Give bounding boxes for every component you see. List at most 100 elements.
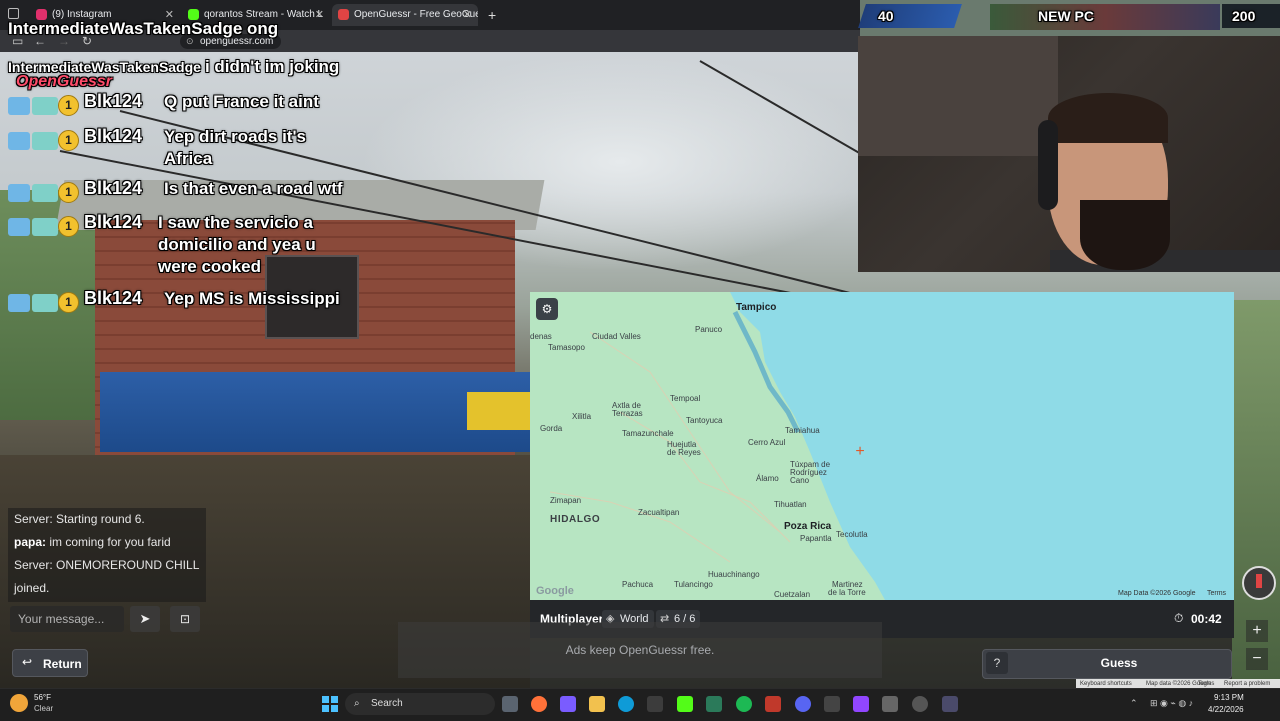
chat-line: joined.	[14, 581, 50, 595]
map-terms-link[interactable]: Terms	[1207, 590, 1226, 597]
coin-badge: 1	[58, 182, 79, 203]
settings-icon[interactable]	[882, 696, 898, 712]
land-shape	[530, 292, 885, 600]
map-label: Tantoyuca	[686, 416, 723, 425]
chat-reactions-icon[interactable]: ⊡	[170, 606, 200, 632]
close-tab-icon[interactable]: ✕	[315, 4, 324, 26]
map-label: Zacualtipan	[638, 508, 680, 517]
weather-condition: Clear	[34, 704, 54, 713]
zoom-in-button[interactable]: +	[1246, 620, 1268, 642]
chat-text: Q put France it aint	[164, 92, 319, 111]
stream-overlay-title: IntermediateWasTakenSadge ong	[8, 19, 279, 38]
tab-openguessr[interactable]: OpenGuessr - Free GeoGue ✕	[332, 4, 478, 26]
search-label: Search	[371, 698, 403, 709]
chat-line: Server: ONEMOREROUND CHILL	[14, 558, 200, 572]
windows-taskbar	[0, 688, 1280, 721]
shop-sign	[467, 392, 531, 430]
map-label: Ciudad Valles	[592, 332, 641, 341]
chat-line: papa: im coming for you farid	[14, 535, 171, 549]
task-view-icon[interactable]	[502, 696, 518, 712]
stream-chat-message: 1 Blk124 I saw the servicio a domicilio …	[8, 212, 378, 282]
webcam-hair	[1048, 93, 1168, 143]
map-label: Tempoal	[670, 394, 701, 403]
sub-badge-icon	[32, 184, 58, 202]
hammer-badge-icon	[8, 218, 30, 236]
clock-date[interactable]: 4/22/2026	[1208, 705, 1244, 714]
app-icon[interactable]	[853, 696, 869, 712]
goal-target-value: 200	[1232, 8, 1256, 24]
search-icon: ⌕	[354, 698, 360, 709]
app-icon[interactable]	[942, 696, 958, 712]
file-explorer-icon[interactable]	[589, 696, 605, 712]
openguessr-icon	[338, 9, 349, 20]
stream-chat-message: 1 Blk124 Q put France it aint	[8, 91, 368, 117]
chat-badges	[8, 184, 58, 202]
guess-button[interactable]: Guess	[1012, 652, 1226, 674]
tray-icons[interactable]: ⊞ ◉ ⌁ ◍ ♪	[1150, 698, 1193, 709]
game-chat-log: Server: Starting round 6. papa: im comin…	[8, 508, 206, 602]
map-label: de Reyes	[667, 448, 701, 457]
edge-icon[interactable]	[618, 696, 634, 712]
map-label: Tamasopo	[548, 343, 585, 352]
app-icon[interactable]	[824, 696, 840, 712]
copilot-icon[interactable]	[560, 696, 576, 712]
stream-chat-message: 1 Blk124 Yep MS is Mississippi	[8, 288, 378, 314]
zoom-out-button[interactable]: −	[1246, 648, 1268, 670]
app-icon[interactable]	[706, 696, 722, 712]
stream-chat-message: 1 Blk124 Yep dirt roads it's Africa	[8, 126, 368, 172]
map-label: denas	[530, 332, 552, 341]
chat-username: Blk124	[84, 288, 143, 308]
map-label: Panuco	[695, 325, 723, 334]
map-label: Tecolutla	[836, 530, 868, 539]
sliders-icon[interactable]: ⚙	[536, 298, 558, 320]
firefox-icon[interactable]	[531, 696, 547, 712]
chat-text: im coming for you farid	[46, 535, 171, 549]
map-label: Tampico	[736, 302, 777, 313]
chat-text: Is that even a road wtf	[164, 179, 343, 198]
clock-time[interactable]: 9:13 PM	[1214, 693, 1244, 702]
hammer-badge-icon	[8, 132, 30, 150]
chat-badges	[8, 97, 58, 115]
kick-app-icon[interactable]	[677, 696, 693, 712]
store-icon[interactable]	[647, 696, 663, 712]
tray-chevron-icon[interactable]: ⌃	[1130, 698, 1138, 709]
map-label: Tamiahua	[785, 426, 820, 435]
reply-message: i didn't im joking	[204, 57, 340, 76]
send-icon[interactable]: ➤	[130, 606, 160, 632]
close-tab-icon[interactable]: ✕	[463, 4, 472, 26]
map-attribution[interactable]: Map Data ©2026 Google	[1118, 590, 1196, 597]
chat-username: Blk124	[84, 91, 143, 111]
chat-badges	[8, 132, 58, 150]
map-label: Cuetzalan	[774, 590, 811, 599]
openguessr-logo: OpenGuessr	[16, 73, 113, 90]
windows-start-icon[interactable]	[322, 696, 338, 712]
goal-counter-bg	[858, 4, 962, 28]
round-timer: 00:42	[1191, 612, 1222, 626]
goal-counter-value: 40	[878, 8, 894, 24]
hammer-badge-icon	[8, 184, 30, 202]
goal-label: NEW PC	[1038, 8, 1094, 24]
chat-username: Blk124	[84, 126, 143, 146]
ad-placeholder: Ads keep OpenGuessr free.	[398, 622, 882, 678]
chat-message-input[interactable]: Your message...	[10, 606, 124, 632]
coin-badge: 1	[58, 95, 79, 116]
map-label: Tulancingo	[674, 580, 713, 589]
hammer-badge-icon	[8, 294, 30, 312]
compass-icon[interactable]	[1242, 566, 1276, 600]
app-icon[interactable]	[765, 696, 781, 712]
obs-icon[interactable]	[912, 696, 928, 712]
help-button[interactable]: ?	[986, 652, 1008, 674]
coin-badge: 1	[58, 216, 79, 237]
sub-badge-icon	[32, 218, 58, 236]
coin-badge: 1	[58, 292, 79, 313]
goal-sprite-strip	[990, 4, 1220, 30]
new-tab-button[interactable]: +	[488, 7, 496, 23]
tab-actions-icon[interactable]	[8, 8, 19, 19]
guess-map[interactable]: Tampico Ciudad Valles Panuco Tamasopo de…	[530, 292, 1234, 600]
taskbar-search[interactable]: ⌕ Search	[345, 693, 495, 715]
discord-icon[interactable]	[795, 696, 811, 712]
weather-icon[interactable]	[10, 694, 28, 712]
map-label: Tihuatlan	[774, 500, 807, 509]
stream-chat-message: 1 Blk124 Is that even a road wtf	[8, 178, 378, 204]
spotify-icon[interactable]	[736, 696, 752, 712]
